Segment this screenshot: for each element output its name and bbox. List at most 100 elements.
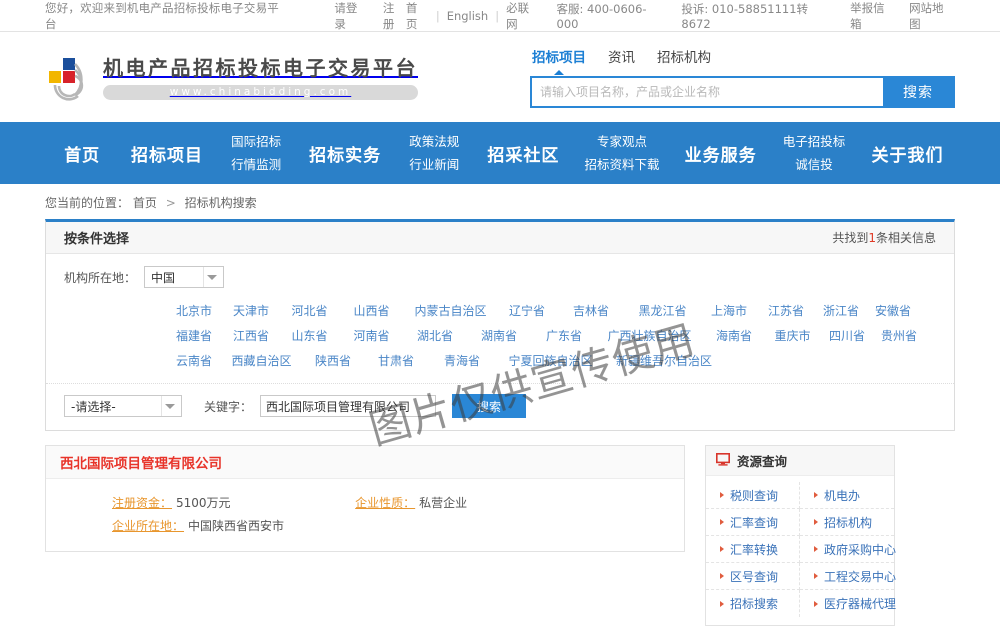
category-select[interactable]: -请选择- — [64, 395, 182, 417]
keyword-input[interactable] — [260, 395, 436, 417]
resource-link[interactable]: 汇率转换 — [730, 541, 778, 558]
province-link[interactable]: 广东省 — [532, 327, 596, 344]
topbar-home-link[interactable]: 首页 — [406, 0, 429, 32]
nav-item-6[interactable]: 招采社区 — [476, 141, 571, 166]
resource-link[interactable]: 工程交易中心 — [824, 568, 896, 585]
header-search-input[interactable] — [532, 78, 883, 106]
province-link[interactable]: 河南省 — [339, 327, 404, 344]
province-row-3: 云南省西藏自治区陕西省甘肃省青海省宁夏回族自治区新疆维吾尔自治区 — [46, 348, 954, 373]
result-card-body: 注册资金： 5100万元 企业性质： 私营企业 企业所在地： 中国陕西省西安市 — [46, 479, 684, 551]
welcome-text: 您好，欢迎来到机电产品招标投标电子交易平台 — [45, 0, 290, 32]
province-link[interactable]: 内蒙古自治区 — [404, 302, 497, 319]
province-link[interactable]: 黑龙江省 — [625, 302, 700, 319]
province-link[interactable]: 湖北省 — [404, 327, 466, 344]
site-header: 机电产品招标投标电子交易平台 www.chinabidding.com 招标项目… — [0, 32, 1000, 122]
filter-search-button[interactable]: 搜索 — [452, 394, 526, 418]
province-link[interactable]: 江西省 — [222, 327, 280, 344]
field-label: 企业所在地： — [112, 517, 184, 534]
count-prefix: 共找到 — [832, 231, 868, 245]
resource-link[interactable]: 机电办 — [824, 487, 860, 504]
province-link[interactable]: 西藏自治区 — [222, 352, 301, 369]
nav-item-label: 政策法规 — [409, 130, 459, 153]
resource-link-cell[interactable]: 医疗器械代理 — [800, 590, 894, 617]
province-link[interactable]: 吉林省 — [557, 302, 625, 319]
nav-item-10[interactable]: 关于我们 — [860, 141, 955, 166]
resource-link[interactable]: 汇率查询 — [730, 514, 778, 531]
resource-link-cell[interactable]: 政府采购中心 — [800, 536, 894, 563]
nav-item-9[interactable]: 电子招投标诚信投 — [768, 130, 860, 176]
region-select[interactable]: 中国 — [144, 266, 224, 288]
nav-item-2[interactable]: 招标项目 — [119, 141, 214, 166]
sitemap-link[interactable]: 网站地图 — [909, 0, 955, 32]
province-link[interactable]: 山西省 — [339, 302, 404, 319]
resource-link-cell[interactable]: 区号查询 — [706, 563, 800, 590]
login-link[interactable]: 请登录 — [334, 0, 368, 32]
province-link[interactable]: 广西壮族自治区 — [596, 327, 703, 344]
nav-item-label: 招标项目 — [131, 141, 203, 166]
province-link[interactable]: 重庆市 — [765, 327, 820, 344]
resource-link-cell[interactable]: 招标搜索 — [706, 590, 800, 617]
field-label: 注册资金： — [112, 494, 172, 511]
site-logo[interactable]: 机电产品招标投标电子交易平台 www.chinabidding.com — [45, 55, 418, 101]
nav-item-1[interactable]: 首页 — [45, 141, 119, 166]
resource-link-cell[interactable]: 税则查询 — [706, 482, 800, 509]
nav-item-7[interactable]: 专家观点招标资料下载 — [571, 130, 673, 176]
report-mailbox-link[interactable]: 举报信箱 — [850, 0, 896, 32]
resource-link-cell[interactable]: 汇率查询 — [706, 509, 800, 536]
bullet-arrow-icon — [720, 519, 724, 525]
province-link[interactable]: 上海市 — [700, 302, 758, 319]
resource-link[interactable]: 招标搜索 — [730, 595, 778, 612]
breadcrumb-item-home[interactable]: 首页 — [133, 196, 157, 210]
resource-link-cell[interactable]: 招标机构 — [800, 509, 894, 536]
resource-link-cell[interactable]: 工程交易中心 — [800, 563, 894, 590]
chevron-down-icon — [207, 275, 217, 280]
nav-item-label: 国际招标 — [231, 130, 281, 153]
province-link[interactable]: 云南省 — [166, 352, 222, 369]
nav-item-4[interactable]: 招标实务 — [298, 141, 393, 166]
province-link[interactable]: 福建省 — [166, 327, 222, 344]
resource-link[interactable]: 税则查询 — [730, 487, 778, 504]
region-label: 机构所在地： — [64, 269, 136, 286]
bullet-arrow-icon — [814, 573, 818, 579]
resource-link[interactable]: 政府采购中心 — [824, 541, 896, 558]
resource-link[interactable]: 区号查询 — [730, 568, 778, 585]
page-main: 您当前的位置： 首页 > 招标机构搜索 按条件选择 共找到1条相关信息 机构所在… — [45, 184, 955, 626]
nav-item-3[interactable]: 国际招标行情监测 — [215, 130, 298, 176]
english-link[interactable]: English — [447, 9, 489, 23]
province-link[interactable]: 四川省 — [820, 327, 874, 344]
province-link[interactable]: 陕西省 — [301, 352, 365, 369]
province-link[interactable]: 天津市 — [222, 302, 280, 319]
nav-item-8[interactable]: 业务服务 — [673, 141, 768, 166]
tab-bidding-agency[interactable]: 招标机构 — [657, 46, 711, 69]
field-value: 私营企业 — [419, 494, 467, 511]
province-link[interactable]: 新疆维吾尔自治区 — [604, 352, 724, 369]
count-suffix: 条相关信息 — [876, 231, 936, 245]
province-link[interactable]: 辽宁省 — [497, 302, 557, 319]
province-link[interactable]: 江苏省 — [758, 302, 814, 319]
resource-link[interactable]: 招标机构 — [824, 514, 872, 531]
resource-link[interactable]: 医疗器械代理 — [824, 595, 896, 612]
province-link[interactable]: 湖南省 — [466, 327, 532, 344]
province-link[interactable]: 青海省 — [427, 352, 497, 369]
field-registered-capital: 注册资金： 5100万元 — [46, 494, 355, 511]
province-link[interactable]: 浙江省 — [814, 302, 868, 319]
province-link[interactable]: 贵州省 — [874, 327, 924, 344]
bilian-link[interactable]: 必联网 — [506, 0, 540, 32]
breadcrumb: 您当前的位置： 首页 > 招标机构搜索 — [45, 184, 955, 219]
province-link[interactable]: 甘肃省 — [365, 352, 427, 369]
province-link[interactable]: 山东省 — [280, 327, 339, 344]
resource-link-cell[interactable]: 机电办 — [800, 482, 894, 509]
tab-news[interactable]: 资讯 — [608, 46, 635, 69]
register-link[interactable]: 注册 — [383, 0, 406, 32]
province-link[interactable]: 海南省 — [703, 327, 765, 344]
resource-link-cell[interactable]: 汇率转换 — [706, 536, 800, 563]
result-company-name[interactable]: 西北国际项目管理有限公司 — [60, 452, 222, 472]
province-link[interactable]: 北京市 — [166, 302, 222, 319]
province-link[interactable]: 安徽省 — [868, 302, 918, 319]
tab-bidding-projects[interactable]: 招标项目 — [532, 46, 586, 69]
keyword-label: 关键字： — [204, 398, 252, 415]
nav-item-5[interactable]: 政策法规行业新闻 — [393, 130, 476, 176]
province-link[interactable]: 河北省 — [280, 302, 339, 319]
header-search-button[interactable]: 搜索 — [883, 78, 953, 106]
province-link[interactable]: 宁夏回族自治区 — [497, 352, 604, 369]
